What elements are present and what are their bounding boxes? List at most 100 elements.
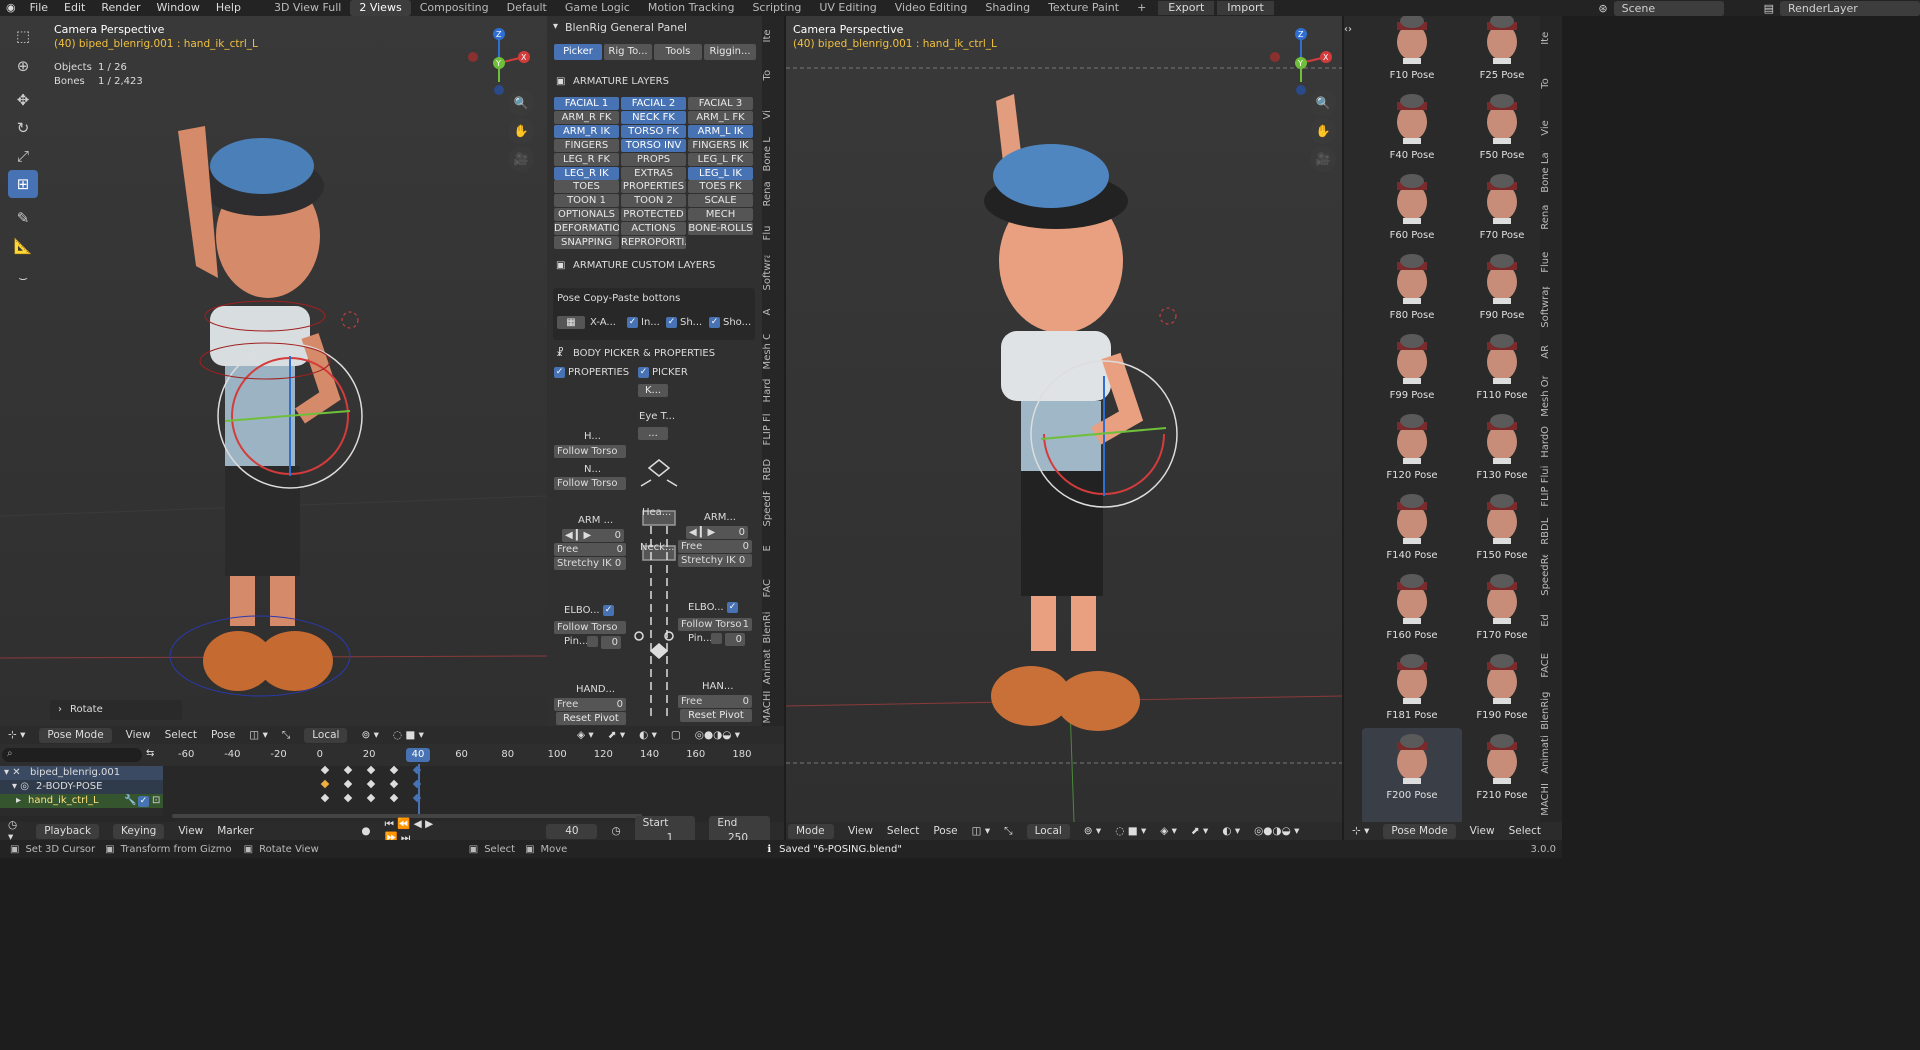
add-workspace-button[interactable]: + bbox=[1128, 0, 1155, 16]
select-box-icon[interactable]: ⬚ bbox=[8, 22, 38, 50]
layer-toggle-button[interactable]: LEG_L FK bbox=[688, 152, 753, 166]
head-picker-label[interactable]: Hea... bbox=[642, 507, 671, 518]
keyframe[interactable] bbox=[343, 765, 353, 775]
orientation-selector[interactable]: Local bbox=[304, 727, 348, 743]
menu-pose[interactable]: Pose bbox=[933, 825, 957, 837]
tab-tools[interactable]: Tools bbox=[654, 44, 702, 60]
workspace-tab[interactable]: UV Editing bbox=[810, 0, 885, 16]
sidebar-tab[interactable]: FLIP Fl bbox=[762, 412, 784, 447]
sidebar-tab[interactable]: MACHI bbox=[1540, 779, 1562, 820]
sidebar-tab[interactable]: Vi bbox=[762, 97, 784, 132]
sidebar-tab[interactable]: A bbox=[762, 294, 784, 329]
sidebar-tab[interactable]: MACHI bbox=[762, 689, 784, 724]
keyframe[interactable] bbox=[366, 793, 376, 803]
menu-file[interactable]: File bbox=[22, 0, 56, 16]
sidebar-tab[interactable]: Mesh On bbox=[762, 334, 784, 369]
layer-toggle-button[interactable]: LEG_L IK bbox=[688, 166, 753, 180]
menu-view[interactable]: View bbox=[848, 825, 873, 837]
sh-checkbox[interactable]: ✓ bbox=[666, 317, 677, 328]
in-checkbox[interactable]: ✓ bbox=[627, 317, 638, 328]
playback-menu[interactable]: Playback bbox=[36, 823, 100, 839]
layer-toggle-button[interactable]: BONE-ROLLS bbox=[688, 222, 753, 236]
layer-toggle-button[interactable]: OPTIONALS bbox=[554, 208, 619, 222]
zoom-icon[interactable]: 🔍 bbox=[1310, 90, 1336, 116]
keyframe[interactable] bbox=[390, 779, 399, 789]
layer-toggle-button[interactable]: NECK FK bbox=[621, 110, 686, 124]
layer-toggle-button[interactable]: TORSO INV bbox=[621, 138, 686, 152]
camera-icon[interactable]: 🎥 bbox=[1310, 146, 1336, 172]
menu-edit[interactable]: Edit bbox=[56, 0, 93, 16]
head-follow-torso[interactable]: Follow Torso1 bbox=[554, 445, 626, 458]
sidebar-tab[interactable]: Mesh Onl bbox=[1540, 376, 1562, 417]
shading-modes-icon[interactable]: ◎●◑◒ ▾ bbox=[695, 729, 740, 741]
render-layer-icon[interactable]: ▤ bbox=[1764, 2, 1774, 15]
zoom-icon[interactable]: 🔍 bbox=[508, 90, 534, 116]
scene-selector[interactable]: Scene bbox=[1613, 0, 1724, 16]
workspace-tab[interactable]: Video Editing bbox=[886, 0, 977, 16]
search-field[interactable]: ⌕ bbox=[2, 748, 142, 762]
menu-select[interactable]: Select bbox=[165, 729, 197, 741]
menu-window[interactable]: Window bbox=[149, 0, 208, 16]
sidebar-tab[interactable]: Vie bbox=[1540, 108, 1562, 149]
import-button[interactable]: Import bbox=[1217, 1, 1274, 15]
pivot-icon[interactable]: ⊚ ▾ bbox=[361, 729, 378, 741]
menu-view[interactable]: View bbox=[126, 729, 151, 741]
sidebar-tab[interactable]: Animat bbox=[762, 649, 784, 684]
reset-pivot-left-button[interactable]: Reset Pivot bbox=[556, 712, 626, 725]
layer-toggle-button[interactable]: DEFORMATION bbox=[554, 222, 619, 236]
reset-pivot-right-button[interactable]: Reset Pivot bbox=[680, 709, 752, 722]
blender-logo-icon[interactable]: ◉ bbox=[0, 0, 22, 16]
layer-toggle-button[interactable]: EXTRAS bbox=[621, 166, 686, 180]
sho-checkbox[interactable]: ✓ bbox=[709, 317, 720, 328]
tab-rigging[interactable]: Riggin... bbox=[704, 44, 756, 60]
pin-left-value[interactable]: 0 bbox=[601, 636, 621, 649]
stopwatch-icon[interactable]: ◷ bbox=[611, 825, 620, 837]
sidebar-tab[interactable]: Softwrap bbox=[1540, 287, 1562, 328]
menu-render[interactable]: Render bbox=[93, 0, 148, 16]
elbow-left-follow-torso[interactable]: Follow Torso1 bbox=[554, 621, 626, 634]
channel-row[interactable]: ▾ ◎ 2-BODY-POSE bbox=[0, 780, 163, 794]
workspace-tab[interactable]: Texture Paint bbox=[1039, 0, 1128, 16]
arm-right-stretchy[interactable]: Stretchy IK 0 bbox=[678, 554, 752, 567]
layer-toggle-button[interactable]: TOON 1 bbox=[554, 194, 619, 208]
scale-icon[interactable]: ⤢ bbox=[8, 142, 38, 170]
cursor-icon[interactable]: ⊕ bbox=[8, 52, 38, 80]
keyframe[interactable] bbox=[366, 765, 376, 775]
sidebar-tab[interactable]: SpeedRet bbox=[762, 491, 784, 526]
left-3d-viewport[interactable]: Camera Perspective (40) biped_blenrig.00… bbox=[0, 16, 547, 726]
bone-curve-icon[interactable]: ⌣ bbox=[8, 264, 38, 292]
keyframe[interactable] bbox=[320, 793, 330, 803]
render-layer-selector[interactable]: RenderLayer bbox=[1780, 0, 1920, 16]
sidebar-tab[interactable]: To bbox=[762, 57, 784, 92]
mode-selector[interactable]: Pose Mode bbox=[1383, 823, 1456, 839]
keyframe[interactable] bbox=[390, 765, 399, 775]
pin-right-value[interactable]: 0 bbox=[725, 633, 745, 646]
current-frame-field[interactable]: 40 bbox=[546, 823, 598, 839]
gizmo-toggle-icon[interactable]: ⬈ ▾ bbox=[608, 729, 625, 741]
sidebar-tab[interactable]: Bone Laye bbox=[1540, 152, 1562, 193]
menu-view[interactable]: View bbox=[1470, 825, 1495, 837]
menu-pose[interactable]: Pose bbox=[211, 729, 235, 741]
properties-checkbox[interactable]: ✓ bbox=[554, 367, 565, 378]
scene-icon[interactable]: ⊛ bbox=[1598, 2, 1607, 15]
sidebar-tab[interactable]: FACE bbox=[1540, 645, 1562, 686]
playhead-frame[interactable]: 40 bbox=[406, 748, 430, 762]
sidebar-tab[interactable]: Flu bbox=[762, 215, 784, 250]
orientation-selector[interactable]: Local bbox=[1026, 823, 1070, 839]
workspace-tab[interactable]: 3D View Full bbox=[265, 0, 350, 16]
snap-icon[interactable]: ◌ ■ ▾ bbox=[393, 729, 424, 741]
sidebar-tab[interactable]: Softwra bbox=[762, 255, 784, 290]
pose-options-icon[interactable]: ◫ ▾ bbox=[249, 729, 268, 741]
sidebar-tab[interactable]: Hard bbox=[762, 373, 784, 408]
editor-type-icon[interactable]: ⊹ ▾ bbox=[1352, 825, 1369, 837]
pose-panel-collapse-icon[interactable]: ‹› bbox=[1344, 24, 1352, 35]
layer-toggle-button[interactable]: FINGERS IK bbox=[688, 138, 753, 152]
shading-modes-icon[interactable]: ◎●◑◒ ▾ bbox=[1254, 825, 1299, 837]
keyframe[interactable] bbox=[413, 793, 422, 803]
wrench-icon[interactable]: 🔧 bbox=[124, 795, 136, 806]
sidebar-tab[interactable]: Rena bbox=[762, 176, 784, 211]
elbow-right-follow-torso[interactable]: Follow Torso 1 bbox=[678, 618, 752, 631]
sidebar-tab[interactable]: Flue bbox=[1540, 242, 1562, 283]
channel-row[interactable]: ▸ hand_ik_ctrl_L 🔧 ✓ ⊡ bbox=[0, 794, 163, 808]
sidebar-tab[interactable]: FAC bbox=[762, 570, 784, 605]
